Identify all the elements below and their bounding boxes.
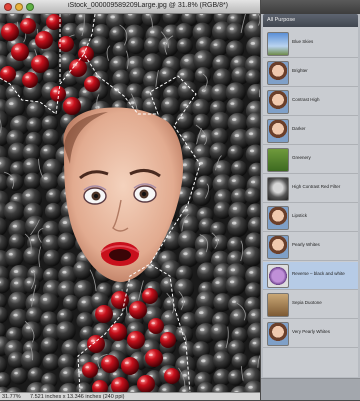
action-item-label: Lipstick <box>292 213 356 218</box>
image-canvas[interactable] <box>0 14 260 392</box>
panel-footer <box>261 378 360 400</box>
sky-thumbnail <box>267 32 289 56</box>
actions-panel: All Purpose Blue Skies Brighter Contrast H… <box>261 0 360 400</box>
action-item-label: High Contrast Red Filter <box>292 184 356 189</box>
action-item-label: Sepia Duotone <box>292 300 356 305</box>
action-item-label: Greenery <box>292 155 356 160</box>
portrait-thumbnail <box>267 322 289 346</box>
action-item[interactable]: Contrast High <box>263 88 358 116</box>
action-item[interactable]: Pearly Whites <box>263 233 358 261</box>
portrait-thumbnail <box>267 235 289 259</box>
sepia-thumbnail <box>267 293 289 317</box>
action-set-tab[interactable]: All Purpose <box>263 14 358 27</box>
action-item[interactable]: Very Pearly Whites <box>263 320 358 348</box>
red-filter-thumbnail <box>267 177 289 201</box>
action-item-label: Darker <box>292 126 356 131</box>
minimize-window-button[interactable] <box>15 3 23 11</box>
action-item[interactable]: Darker <box>263 117 358 145</box>
action-item[interactable]: Brighter <box>263 59 358 87</box>
action-item[interactable]: Reverse – black and white <box>263 262 358 290</box>
action-item-label: Reverse – black and white <box>292 271 356 276</box>
zoom-window-button[interactable] <box>26 3 34 11</box>
action-item[interactable]: Greenery <box>263 146 358 174</box>
greenery-thumbnail <box>267 148 289 172</box>
action-item[interactable]: Blue Skies <box>263 30 358 58</box>
document-window: iStock_000009589209Large.jpg @ 31.8% (RG… <box>0 0 260 400</box>
action-item[interactable]: High Contrast Red Filter <box>263 175 358 203</box>
title-bar[interactable]: iStock_000009589209Large.jpg @ 31.8% (RG… <box>0 0 260 14</box>
action-item-label: Brighter <box>292 68 356 73</box>
action-item[interactable]: Lipstick <box>263 204 358 232</box>
action-item-label: Blue Skies <box>292 39 356 44</box>
portrait-thumbnail <box>267 119 289 143</box>
action-item-label: Very Pearly Whites <box>292 329 356 334</box>
portrait-thumbnail <box>267 90 289 114</box>
portrait-thumbnail <box>267 206 289 230</box>
photo-cherries-face <box>0 14 260 392</box>
action-list[interactable]: Blue Skies Brighter Contrast High Darker Gre… <box>263 27 358 377</box>
close-window-button[interactable] <box>4 3 12 11</box>
action-item-label: Contrast High <box>292 97 356 102</box>
action-item-label: Pearly Whites <box>292 242 356 247</box>
action-item[interactable]: Sepia Duotone <box>263 291 358 319</box>
panel-header[interactable] <box>261 0 360 14</box>
rose-thumbnail <box>267 264 289 288</box>
document-title: iStock_000009589209Large.jpg @ 31.8% (RG… <box>38 2 258 9</box>
status-bar: 31.77% 7.521 inches x 13.346 inches (240… <box>0 392 260 400</box>
portrait-thumbnail <box>267 61 289 85</box>
